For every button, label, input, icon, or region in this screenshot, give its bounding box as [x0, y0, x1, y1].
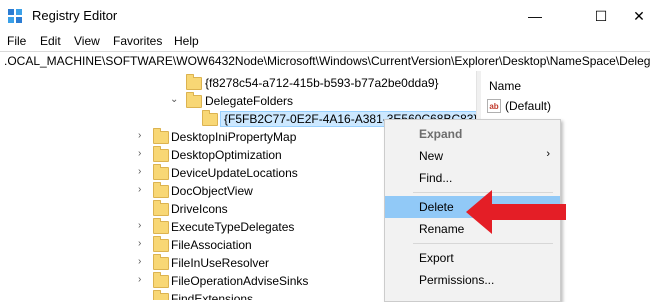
address-path[interactable]: .OCAL_MACHINE\SOFTWARE\WOW6432Node\Micro…: [4, 54, 650, 68]
window-title: Registry Editor: [32, 8, 118, 23]
tree-item-label[interactable]: FileOperationAdviseSinks: [171, 274, 308, 288]
tree-item[interactable]: {f8278c54-a712-415b-b593-b77a2be0dda9}: [0, 74, 476, 93]
menu-help[interactable]: Help: [174, 34, 199, 48]
menu-edit[interactable]: Edit: [40, 34, 61, 48]
menu-item-find[interactable]: Find...: [385, 167, 560, 189]
menu-item-expand[interactable]: Expand: [385, 123, 560, 145]
submenu-arrow-icon: ›: [546, 148, 550, 160]
registry-editor-icon: [8, 9, 22, 23]
tree-item-label[interactable]: DocObjectView: [171, 184, 253, 198]
menu-item-label: New: [419, 149, 444, 163]
tree-item-label[interactable]: DesktopIniPropertyMap: [171, 130, 296, 144]
tree-item-label[interactable]: FindExtensions: [171, 292, 253, 300]
folder-icon: [153, 236, 169, 252]
folder-icon: [153, 200, 169, 216]
folder-icon: [153, 272, 169, 288]
menu-item-label: Find...: [419, 171, 453, 185]
folder-icon: [153, 164, 169, 180]
expand-chevron-icon[interactable]: ›: [138, 148, 141, 159]
folder-icon: [202, 110, 218, 126]
collapse-chevron-icon[interactable]: ⌄: [170, 94, 178, 105]
tree-item-label[interactable]: {f8278c54-a712-415b-b593-b77a2be0dda9}: [205, 76, 439, 90]
menu-item-new[interactable]: New ›: [385, 145, 560, 167]
expand-chevron-icon[interactable]: ›: [138, 220, 141, 231]
minimize-button[interactable]: —: [512, 0, 558, 32]
value-name[interactable]: (Default): [505, 99, 551, 113]
menu-view[interactable]: View: [74, 34, 100, 48]
folder-icon: [186, 74, 202, 90]
menu-separator: [413, 243, 553, 244]
menu-item-export[interactable]: Export: [385, 247, 560, 269]
tree-item-label[interactable]: FileAssociation: [171, 238, 252, 252]
tree-item[interactable]: ⌄ DelegateFolders: [0, 92, 476, 111]
menu-item-label: Delete: [419, 200, 454, 214]
expand-chevron-icon[interactable]: ›: [138, 238, 141, 249]
menu-bar: File Edit View Favorites Help: [0, 32, 650, 51]
expand-chevron-icon[interactable]: ›: [138, 256, 141, 267]
address-bar[interactable]: .OCAL_MACHINE\SOFTWARE\WOW6432Node\Micro…: [0, 51, 650, 72]
folder-open-icon: [186, 92, 202, 108]
expand-chevron-icon[interactable]: ›: [138, 274, 141, 285]
string-value-icon: ab: [487, 99, 501, 113]
close-button[interactable]: ✕: [628, 0, 650, 32]
menu-favorites[interactable]: Favorites: [113, 34, 162, 48]
menu-file[interactable]: File: [7, 34, 26, 48]
folder-icon: [153, 128, 169, 144]
column-header-name[interactable]: Name: [489, 79, 521, 93]
folder-icon: [153, 254, 169, 270]
menu-item-label: Expand: [419, 127, 463, 141]
menu-item-label: Permissions...: [419, 273, 495, 287]
menu-item-label: Export: [419, 251, 454, 265]
folder-icon: [153, 146, 169, 162]
red-arrow-icon: [466, 190, 566, 234]
maximize-button[interactable]: ☐: [578, 0, 624, 32]
tree-item-label[interactable]: DelegateFolders: [205, 94, 293, 108]
title-bar: Registry Editor — ☐ ✕: [0, 0, 650, 33]
tree-item-label[interactable]: ExecuteTypeDelegates: [171, 220, 294, 234]
expand-chevron-icon[interactable]: ›: [138, 130, 141, 141]
tree-item-label[interactable]: FileInUseResolver: [171, 256, 269, 270]
expand-chevron-icon[interactable]: ›: [138, 166, 141, 177]
tree-item-label[interactable]: DeviceUpdateLocations: [171, 166, 298, 180]
folder-icon: [153, 218, 169, 234]
folder-icon: [153, 182, 169, 198]
tree-item-label[interactable]: DriveIcons: [171, 202, 228, 216]
menu-item-permissions[interactable]: Permissions...: [385, 269, 560, 291]
expand-chevron-icon[interactable]: ›: [138, 184, 141, 195]
folder-icon: [153, 290, 169, 300]
tree-item-label[interactable]: DesktopOptimization: [171, 148, 282, 162]
menu-item-label: Rename: [419, 222, 465, 236]
